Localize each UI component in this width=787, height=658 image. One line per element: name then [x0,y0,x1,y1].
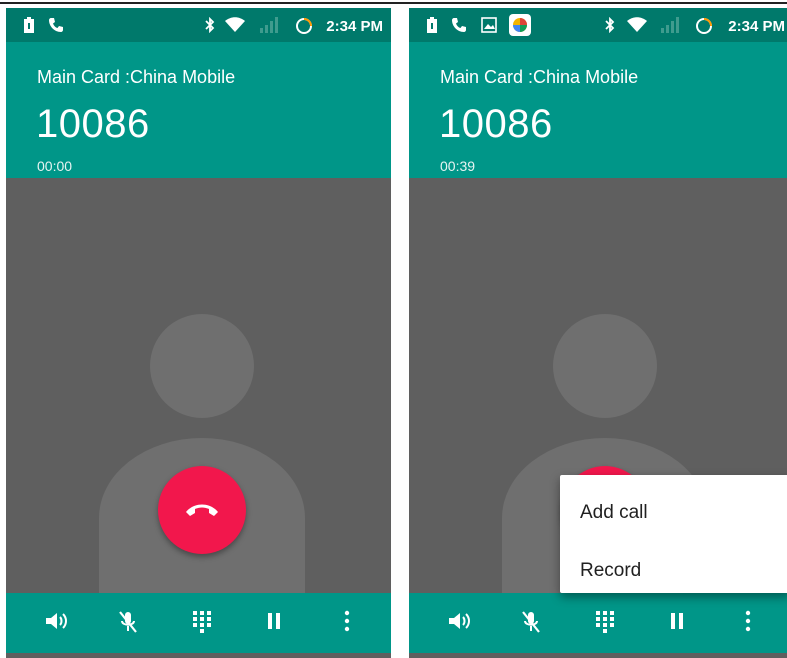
sync-icon [696,18,712,34]
mute-button[interactable] [513,609,549,639]
phone-icon [452,18,466,32]
signal-icon [661,17,679,33]
status-time: 2:34 PM [728,18,785,35]
phone-icon [49,18,63,32]
hold-button[interactable] [256,609,292,639]
sim-card-label: Main Card :China Mobile [37,67,236,87]
caller-number: 10086 [36,102,150,146]
menu-item-record[interactable]: Record [580,560,641,582]
signal-icon [260,17,278,33]
caller-number: 10086 [439,102,553,146]
call-header: Main Card :China Mobile 10086 00:39 [409,42,787,178]
speaker-icon [46,613,67,629]
more-vert-icon [745,610,751,632]
speaker-button[interactable] [441,609,477,639]
in-call-screen-menu-open: 2:34 PM Main Card :China Mobile 10086 00… [409,8,787,658]
hold-icon [268,613,280,629]
call-timer: 00:00 [37,158,73,174]
call-timer: 00:39 [440,158,476,174]
end-call-button[interactable] [158,466,246,554]
bluetooth-icon [605,17,615,33]
image-icon [481,17,497,33]
wifi-icon [627,17,647,32]
overflow-menu: Add call Record [560,475,787,593]
status-bar: 2:34 PM [6,8,391,42]
battery-icon [427,17,437,33]
bluetooth-icon [205,17,215,33]
call-controls [409,593,787,653]
dialpad-button[interactable] [184,609,220,639]
more-vert-icon [344,610,350,632]
end-call-icon [186,504,218,516]
hold-icon [671,613,683,629]
in-call-screen-connecting: 2:34 PM Main Card :China Mobile 10086 00… [6,8,391,658]
contact-avatar-head [553,314,657,418]
dialpad-icon [193,611,211,633]
more-options-button[interactable] [730,609,766,639]
call-header: Main Card :China Mobile 10086 00:00 [6,42,391,178]
status-time: 2:34 PM [326,18,383,35]
call-controls [6,593,391,653]
menu-item-add-call[interactable]: Add call [580,502,648,524]
dialpad-icon [596,611,614,633]
speaker-button[interactable] [38,609,74,639]
sim-card-label: Main Card :China Mobile [440,67,639,87]
contact-avatar-head [150,314,254,418]
hold-button[interactable] [659,609,695,639]
more-options-button[interactable] [329,609,365,639]
sync-icon [296,18,312,34]
mute-button[interactable] [110,609,146,639]
mute-icon [119,611,137,633]
speaker-icon [449,613,470,629]
app-icon [509,14,531,36]
mute-icon [522,611,540,633]
battery-icon [24,17,34,33]
top-rule [0,2,787,4]
wifi-icon [225,17,245,32]
dialpad-button[interactable] [587,609,623,639]
status-bar: 2:34 PM [409,8,787,42]
